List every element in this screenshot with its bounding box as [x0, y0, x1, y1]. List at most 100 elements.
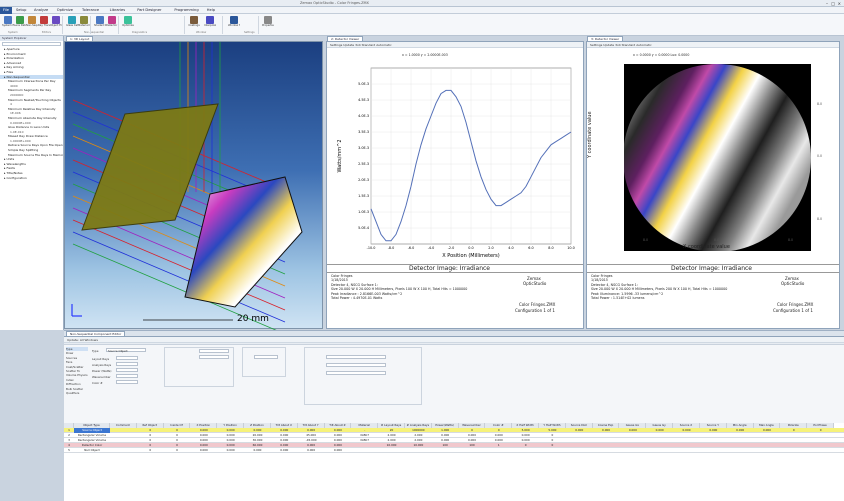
table-cell[interactable]	[405, 448, 432, 453]
ribbon-shaded-model-button[interactable]: Shaded Model	[94, 16, 106, 30]
prop-select-3[interactable]	[254, 355, 278, 359]
table-cell[interactable]	[378, 448, 405, 453]
ribbon-object-editor-icon	[52, 16, 60, 24]
ribbon-object-editor-button[interactable]: Object Editor	[50, 16, 62, 30]
prop-select-6[interactable]	[326, 371, 386, 375]
x-tick-label: -6.0	[408, 246, 415, 250]
property-field[interactable]	[116, 380, 138, 384]
nsc-editor: Update: All Windows Type Draw Sources Face C…	[64, 336, 844, 501]
type-select[interactable]: Source Object	[106, 348, 146, 353]
x-tick-label: -8.0	[388, 246, 395, 250]
menu-optimize[interactable]: Optimize	[57, 8, 73, 12]
menu-help[interactable]: Help	[207, 8, 215, 12]
table-cell[interactable]	[459, 448, 486, 453]
ribbon-separator	[62, 16, 63, 34]
table-cell[interactable]: 0	[137, 448, 164, 453]
system-explorer-header: System Explorer	[0, 36, 63, 41]
table-cell[interactable]	[432, 448, 459, 453]
table-cell[interactable]	[512, 448, 539, 453]
table-cell[interactable]	[754, 448, 781, 453]
table-cell[interactable]	[673, 448, 700, 453]
menu-analyze[interactable]: Analyze	[34, 8, 48, 12]
table-row[interactable]: 5 Null Object 0 0 0.000 0.000 0.000 0.000 0.000 0…	[64, 448, 844, 453]
table-cell[interactable]	[485, 448, 512, 453]
ribbon-button-label: Window Settings	[228, 24, 240, 27]
table-cell[interactable]	[539, 448, 566, 453]
ribbon-ray-trace-button[interactable]: Ray Trace	[38, 16, 50, 30]
table-cell[interactable]	[700, 448, 727, 453]
table-cell[interactable]	[351, 448, 378, 453]
irradiance-detector-title: Detector Image: Irradiance	[409, 265, 490, 272]
table-cell[interactable]: 0.000	[190, 448, 217, 453]
y-tick-label: 1.5E-3	[358, 194, 369, 198]
table-cell[interactable]	[780, 448, 807, 453]
maximize-icon[interactable]: □	[831, 1, 835, 6]
ribbon-non-sequential-button[interactable]: Non-Sequential	[26, 16, 38, 30]
ribbon-coatings-button[interactable]: Coatings	[188, 16, 200, 30]
table-cell[interactable]: 0.000	[271, 448, 298, 453]
ribbon-properties-button[interactable]: Properties	[262, 16, 274, 30]
table-cell[interactable]	[566, 448, 593, 453]
ribbon-button-label: Material Info	[78, 24, 90, 27]
prop-select-4[interactable]	[326, 355, 386, 359]
property-group-2	[164, 347, 234, 387]
explorer-search-input[interactable]	[2, 42, 61, 46]
menu-tolerance[interactable]: Tolerance	[82, 8, 99, 12]
table-cell[interactable]: 0.000	[325, 448, 352, 453]
prop-select-2[interactable]	[199, 355, 229, 359]
menu-setup[interactable]: Setup	[16, 8, 26, 12]
table-cell[interactable]: 0.000	[244, 448, 271, 453]
explorer-item[interactable]: ▸ Configuration	[0, 176, 63, 181]
x-tick-label: 2.0	[488, 246, 493, 250]
table-cell[interactable]: 0.000	[217, 448, 244, 453]
property-field[interactable]	[116, 374, 138, 378]
ribbon-button-label: Lens Data	[14, 24, 26, 27]
prop-select-5[interactable]	[326, 363, 386, 367]
ribbon-window-settings-button[interactable]: Window Settings	[228, 16, 240, 30]
table-cell[interactable]: 0	[164, 448, 191, 453]
minimize-icon[interactable]: –	[826, 1, 828, 6]
x-tick-label: -2.0	[448, 246, 455, 250]
truecolor-file: Color Fringes.ZMX	[777, 302, 814, 307]
x-tick-left: 8.0	[643, 238, 649, 242]
object-property-sections: Type Draw Sources Face Coat/Scatter Scatter T…	[66, 347, 88, 395]
table-cell[interactable]	[646, 448, 673, 453]
table-cell[interactable]	[110, 448, 137, 453]
ribbon-interpolate-button[interactable]: Interpolate	[204, 16, 216, 30]
nsc-editor-toolbar[interactable]: Update: All Windows	[64, 337, 844, 343]
object-properties-panel: Type Draw Sources Face Coat/Scatter Scatter T…	[64, 344, 844, 423]
y-tick-top: 8.0	[817, 102, 823, 106]
explorer-item[interactable]: Minimum Absolute Ray Intensity	[0, 116, 63, 121]
irradiance-chart: -10.0 -8.0 -6.0 -4.0 -2.0 0.0 2.0 4.0 6.0 8.0 10.0…	[337, 67, 575, 259]
menu-programming[interactable]: Programming	[174, 8, 198, 12]
table-cell[interactable]	[593, 448, 620, 453]
ribbon-detector-viewer-button[interactable]: Detector Viewer	[106, 16, 118, 30]
property-label: Analysis Rays	[92, 363, 112, 367]
prop-select-1[interactable]	[199, 349, 229, 353]
table-cell[interactable]: 0.000	[298, 448, 325, 453]
close-icon[interactable]: ×	[838, 1, 841, 6]
menu-file[interactable]: File	[0, 7, 13, 14]
ribbon-system-explorer-button[interactable]: System Explorer	[2, 16, 14, 30]
irradiance-toolbar[interactable]: Settings Update 3x4 Standard Automatic	[327, 42, 583, 48]
table-cell[interactable]	[619, 448, 646, 453]
x-axis-label: X Position (Millimeters)	[442, 253, 500, 259]
ribbon-button-label: Shaded Model	[94, 24, 106, 27]
property-field[interactable]	[116, 356, 138, 360]
table-cell[interactable]	[807, 448, 834, 453]
ribbon-material-info-button[interactable]: Material Info	[78, 16, 90, 30]
table-cell[interactable]: Null Object	[74, 448, 110, 453]
ribbon-glass-catalogs-button[interactable]: Glass Catalogs	[66, 16, 78, 30]
truecolor-ylabel: Y coordinate value	[587, 111, 593, 158]
menu-part-designer[interactable]: Part Designer	[137, 8, 161, 12]
opticstudio-brand: OpticStudio	[523, 281, 547, 286]
property-field[interactable]	[116, 368, 138, 372]
property-field[interactable]	[116, 362, 138, 366]
property-section-qualifiers[interactable]: Qualifiers	[66, 391, 88, 395]
table-cell[interactable]	[727, 448, 754, 453]
3d-layout-view[interactable]: 20 mm	[64, 41, 323, 335]
menu-libraries[interactable]: Libraries	[110, 8, 126, 12]
ribbon-optimize-button[interactable]: Optimize	[122, 16, 134, 30]
ribbon-separator	[184, 16, 185, 34]
ribbon-lens-data-button[interactable]: Lens Data	[14, 16, 26, 30]
